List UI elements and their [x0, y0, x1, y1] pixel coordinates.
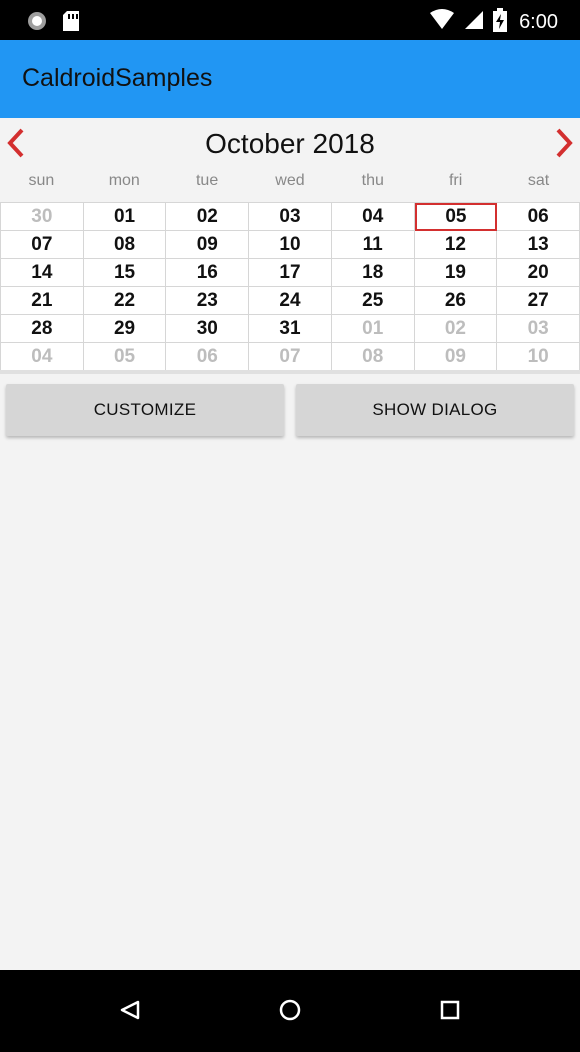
- day-cell[interactable]: 22: [83, 287, 167, 315]
- status-time: 6:00: [519, 11, 558, 33]
- day-cell[interactable]: 03: [249, 203, 332, 231]
- day-cell[interactable]: 19: [414, 259, 498, 287]
- back-icon[interactable]: [110, 990, 150, 1030]
- day-cell[interactable]: 10: [497, 343, 580, 371]
- battery-charging-icon: [493, 8, 508, 37]
- month-title: October 2018: [205, 128, 375, 159]
- weekday-label: thu: [361, 172, 384, 189]
- day-cell[interactable]: 02: [166, 203, 250, 231]
- day-cell[interactable]: 25: [331, 287, 415, 315]
- calendar-grid: 30 01 02 03 04 05 06 07 08 09 10 11 12 13 14 15 16 17 18 19…: [0, 202, 580, 371]
- day-cell[interactable]: 06: [166, 343, 250, 371]
- day-cell[interactable]: 01: [83, 203, 167, 231]
- day-cell[interactable]: 08: [83, 231, 167, 259]
- chevron-right-icon[interactable]: [548, 126, 578, 160]
- recents-icon[interactable]: [430, 990, 470, 1030]
- day-cell[interactable]: 08: [331, 343, 415, 371]
- day-cell[interactable]: 07: [1, 231, 84, 259]
- day-cell[interactable]: 30: [166, 315, 250, 343]
- day-cell[interactable]: 31: [249, 315, 332, 343]
- day-cell[interactable]: 16: [166, 259, 250, 287]
- day-cell[interactable]: 29: [83, 315, 167, 343]
- day-cell[interactable]: 11: [331, 231, 415, 259]
- grid-divider: [0, 370, 580, 374]
- weekday-label: tue: [195, 172, 219, 189]
- app-title: CaldroidSamples: [22, 64, 213, 92]
- day-cell[interactable]: 18: [331, 259, 415, 287]
- day-cell[interactable]: 28: [1, 315, 84, 343]
- day-cell[interactable]: 09: [414, 343, 498, 371]
- day-cell[interactable]: 14: [1, 259, 84, 287]
- home-icon[interactable]: [270, 990, 310, 1030]
- record-icon: [26, 10, 48, 37]
- calendar-header: October 2018: [0, 118, 580, 170]
- day-cell[interactable]: 03: [497, 315, 580, 343]
- day-cell[interactable]: 23: [166, 287, 250, 315]
- day-cell[interactable]: 27: [497, 287, 580, 315]
- sd-card-icon: [62, 10, 80, 37]
- day-cell[interactable]: 13: [497, 231, 580, 259]
- day-cell[interactable]: 20: [497, 259, 580, 287]
- navigation-bar: [0, 970, 580, 1052]
- day-cell[interactable]: 26: [414, 287, 498, 315]
- day-cell[interactable]: 21: [1, 287, 84, 315]
- day-cell[interactable]: 10: [249, 231, 332, 259]
- show-dialog-button[interactable]: SHOW DIALOG: [296, 384, 574, 436]
- day-cell[interactable]: 07: [249, 343, 332, 371]
- day-cell[interactable]: 09: [166, 231, 250, 259]
- customize-button[interactable]: CUSTOMIZE: [6, 384, 284, 436]
- day-cell[interactable]: 01: [331, 315, 415, 343]
- weekday-label: sun: [28, 172, 55, 189]
- status-bar: 6:00: [0, 0, 580, 40]
- signal-icon: [463, 9, 485, 36]
- day-cell[interactable]: 24: [249, 287, 332, 315]
- day-cell-today[interactable]: 05: [414, 203, 498, 231]
- app-bar: CaldroidSamples: [0, 40, 580, 118]
- weekday-label: mon: [108, 172, 140, 189]
- weekday-label: fri: [448, 172, 463, 189]
- day-cell[interactable]: 17: [249, 259, 332, 287]
- day-cell[interactable]: 04: [1, 343, 84, 371]
- weekday-row: sun mon tue wed thu fri sat: [0, 172, 580, 196]
- wifi-icon: [429, 9, 455, 36]
- day-cell[interactable]: 12: [414, 231, 498, 259]
- day-cell[interactable]: 15: [83, 259, 167, 287]
- day-cell[interactable]: 06: [497, 203, 580, 231]
- day-cell[interactable]: 05: [83, 343, 167, 371]
- day-cell[interactable]: 30: [1, 203, 84, 231]
- weekday-label: sat: [527, 172, 550, 189]
- day-cell[interactable]: 04: [331, 203, 415, 231]
- weekday-label: wed: [275, 172, 305, 189]
- day-cell[interactable]: 02: [414, 315, 498, 343]
